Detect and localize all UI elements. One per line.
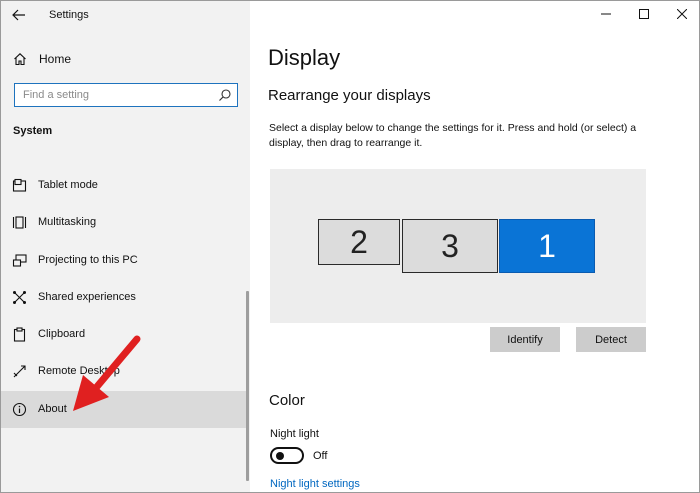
identify-button[interactable]: Identify bbox=[490, 327, 560, 352]
sidebar-item-home[interactable]: Home bbox=[1, 46, 250, 72]
maximize-icon bbox=[639, 9, 649, 19]
display-arrangement-area[interactable]: 2 3 1 bbox=[270, 169, 646, 323]
sidebar-item-tablet-mode[interactable]: Tablet mode bbox=[1, 167, 247, 204]
search-box[interactable] bbox=[14, 83, 238, 107]
shared-experiences-icon bbox=[13, 291, 26, 304]
main-content: Display Rearrange your displays Select a… bbox=[250, 1, 699, 492]
search-input[interactable] bbox=[15, 84, 211, 106]
sidebar: Settings Home System Tablet mode bbox=[1, 1, 250, 492]
sidebar-item-label: About bbox=[38, 403, 67, 415]
sidebar-item-shared-experiences[interactable]: Shared experiences bbox=[1, 279, 247, 316]
close-button[interactable] bbox=[663, 1, 699, 27]
section-title-system: System bbox=[13, 125, 53, 137]
minimize-button[interactable] bbox=[587, 1, 625, 27]
sidebar-item-label: Projecting to this PC bbox=[38, 254, 138, 266]
sidebar-item-multitasking[interactable]: Multitasking bbox=[1, 204, 247, 241]
night-light-toggle[interactable] bbox=[270, 447, 304, 464]
detect-button[interactable]: Detect bbox=[576, 327, 646, 352]
home-icon bbox=[14, 53, 26, 66]
rearrange-description: Select a display below to change the set… bbox=[269, 122, 637, 149]
search-icon[interactable] bbox=[218, 88, 232, 102]
sidebar-item-label: Multitasking bbox=[38, 216, 97, 228]
remote-desktop-icon bbox=[13, 365, 26, 378]
app-title: Settings bbox=[49, 9, 89, 21]
night-light-state: Off bbox=[313, 450, 328, 462]
night-light-label: Night light bbox=[270, 428, 319, 440]
sidebar-scrollbar[interactable] bbox=[246, 291, 249, 481]
monitor-3[interactable]: 3 bbox=[402, 219, 498, 273]
monitor-1[interactable]: 1 bbox=[499, 219, 595, 273]
close-icon bbox=[677, 9, 687, 19]
maximize-button[interactable] bbox=[625, 1, 663, 27]
sidebar-item-label: Tablet mode bbox=[38, 179, 98, 191]
clipboard-icon bbox=[13, 327, 26, 342]
projecting-icon bbox=[12, 254, 27, 267]
multitasking-icon bbox=[12, 216, 27, 229]
sidebar-item-label: Shared experiences bbox=[38, 291, 136, 303]
color-section-title: Color bbox=[269, 392, 305, 409]
titlebar-left: Settings bbox=[1, 1, 250, 31]
rearrange-title: Rearrange your displays bbox=[268, 87, 431, 104]
toggle-knob bbox=[276, 452, 284, 460]
page-title: Display bbox=[268, 45, 341, 70]
annotation-arrow-icon bbox=[73, 335, 141, 411]
night-light-settings-link[interactable]: Night light settings bbox=[270, 478, 360, 490]
tablet-mode-icon bbox=[12, 178, 27, 192]
sidebar-home-label: Home bbox=[39, 52, 72, 66]
monitor-2[interactable]: 2 bbox=[318, 219, 400, 265]
settings-window: Settings Home System Tablet mode bbox=[0, 0, 700, 493]
sidebar-item-projecting[interactable]: Projecting to this PC bbox=[1, 242, 247, 279]
back-arrow-icon bbox=[12, 9, 25, 21]
info-icon bbox=[12, 402, 27, 417]
window-controls bbox=[587, 1, 699, 29]
minimize-icon bbox=[601, 13, 611, 15]
back-button[interactable] bbox=[7, 5, 31, 25]
